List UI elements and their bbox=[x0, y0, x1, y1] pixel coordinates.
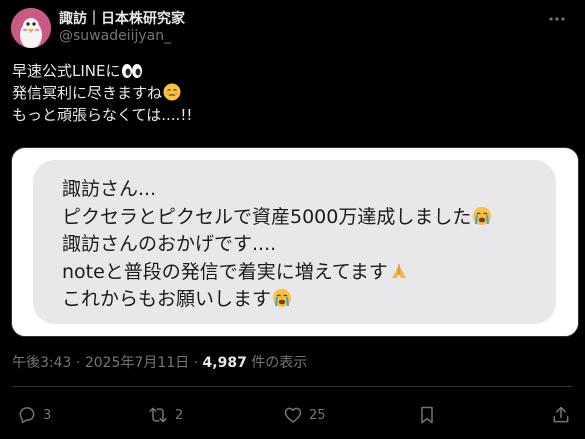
repost-count: 2 bbox=[175, 407, 184, 423]
avatar[interactable] bbox=[11, 8, 51, 48]
like-count: 25 bbox=[309, 407, 326, 423]
post-text: 早速公式LINEに 発信冥利に尽きますね もっと頑張らなくては....!! bbox=[12, 60, 572, 126]
reply-icon bbox=[19, 407, 35, 424]
post-header: 諏訪｜日本株研究家 @suwadeiijyan_ bbox=[11, 8, 571, 48]
post-text-line: 発信冥利に尽きますね bbox=[12, 82, 572, 104]
chat-line: ピクセラとピクセルで資産5000万達成しました bbox=[62, 204, 492, 232]
post-meta: 午後3:43 · 2025年7月11日 · 4,987 件の表示 bbox=[12, 352, 307, 372]
loudly-crying-emoji bbox=[472, 206, 492, 235]
post-text-line-2: 発信冥利に尽きますね bbox=[12, 84, 163, 102]
repost-icon bbox=[149, 407, 167, 423]
bookmark-button[interactable] bbox=[417, 402, 437, 428]
action-bar: 3 2 25 bbox=[0, 402, 585, 428]
chat-line: noteと普段の発信で着実に増えてます bbox=[62, 259, 492, 287]
post-date[interactable]: 2025年7月11日 bbox=[85, 355, 189, 371]
heart-icon bbox=[284, 407, 302, 423]
chat-line-text: ピクセラとピクセルで資産5000万達成しました bbox=[62, 205, 472, 228]
chat-line-text: noteと普段の発信で着実に増えてます bbox=[62, 260, 388, 283]
folded-hands-emoji bbox=[389, 261, 409, 290]
chat-line-text: これからもお願いします bbox=[62, 288, 272, 310]
chat-bubble: 諏訪さん... ピクセラとピクセルで資産5000万達成しました 諏訪さんのおかげ… bbox=[33, 160, 556, 324]
reply-button[interactable]: 3 bbox=[17, 402, 51, 428]
more-options-button[interactable] bbox=[547, 9, 567, 29]
chat-line: これからもお願いします bbox=[62, 286, 492, 314]
post-time[interactable]: 午後3:43 bbox=[12, 355, 71, 371]
more-horizontal-icon bbox=[549, 17, 565, 21]
post-text-line-3: もっと頑張らなくては....!! bbox=[12, 106, 193, 124]
chat-line: 諏訪さん... bbox=[62, 178, 157, 200]
author-display-name[interactable]: 諏訪｜日本株研究家 bbox=[59, 8, 185, 28]
author-handle[interactable]: @suwadeiijyan_ bbox=[59, 28, 171, 44]
post-text-line-1: 早速公式LINEに bbox=[12, 62, 121, 80]
share-button[interactable] bbox=[551, 402, 571, 428]
penguin-avatar-icon bbox=[11, 8, 51, 48]
views-count: 4,987 bbox=[202, 355, 247, 371]
repost-button[interactable]: 2 bbox=[147, 402, 183, 428]
chat-bubble-text: 諏訪さん... ピクセラとピクセルで資産5000万達成しました 諏訪さんのおかげ… bbox=[62, 176, 492, 314]
chat-line: 諏訪さんのおかげです.... bbox=[62, 233, 277, 255]
views-label: 件の表示 bbox=[251, 355, 308, 371]
post-text-line: 早速公式LINEに bbox=[12, 60, 572, 82]
share-icon bbox=[553, 406, 569, 423]
meta-separator: · bbox=[75, 355, 81, 371]
divider bbox=[12, 386, 573, 387]
reply-count: 3 bbox=[43, 407, 52, 423]
loudly-crying-emoji bbox=[272, 288, 292, 317]
bookmark-icon bbox=[421, 406, 433, 424]
meta-separator: · bbox=[193, 355, 199, 371]
post-media-image[interactable]: 諏訪さん... ピクセラとピクセルで資産5000万達成しました 諏訪さんのおかげ… bbox=[11, 147, 579, 337]
like-button[interactable]: 25 bbox=[283, 402, 326, 428]
